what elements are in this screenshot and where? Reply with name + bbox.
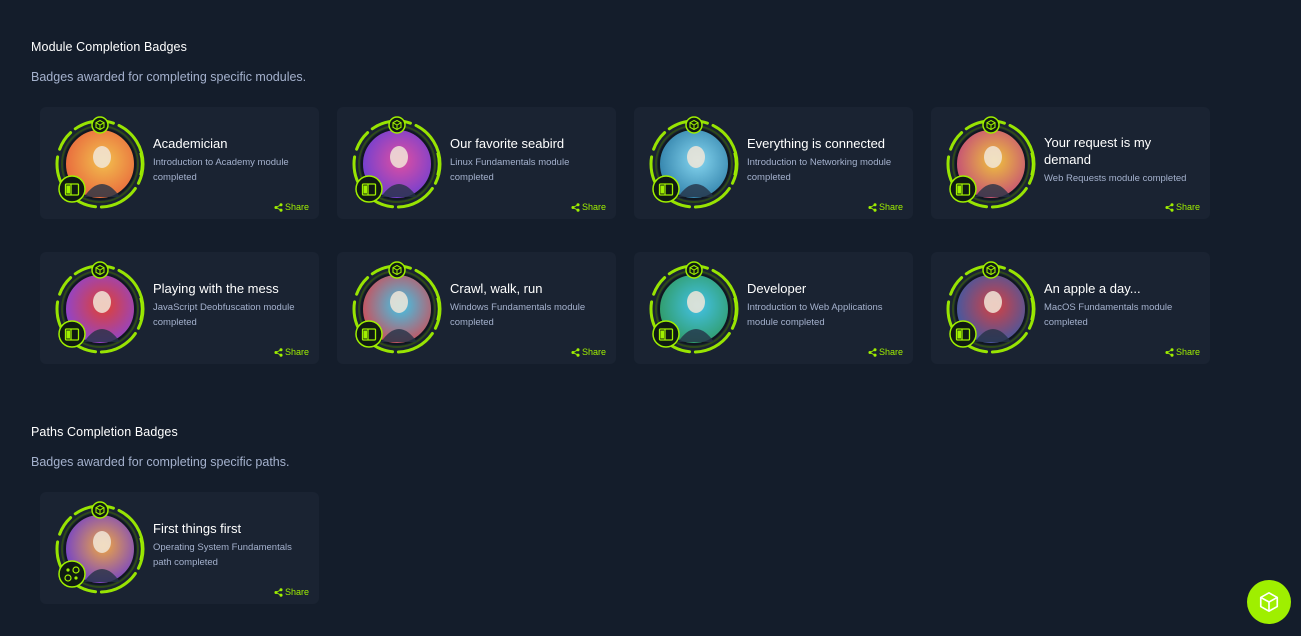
htb-cube-help-button[interactable]	[1247, 580, 1291, 624]
badge-title: An apple a day...	[1044, 281, 1141, 296]
module-badge-card: Everything is connected Introduction to N…	[634, 107, 913, 219]
share-button[interactable]: Share	[1165, 347, 1200, 357]
cube-icon	[1259, 592, 1279, 612]
module-badge-card: Your request is my demand Web Requests mo…	[931, 107, 1210, 219]
share-icon	[868, 347, 877, 357]
share-button[interactable]: Share	[868, 202, 903, 212]
share-icon	[1165, 347, 1174, 357]
share-icon	[274, 587, 283, 597]
path-badge-card: First things first Operating System Funda…	[40, 492, 319, 604]
penguin-icon	[351, 113, 447, 213]
badge-title: Your request is my demand	[1044, 135, 1152, 167]
share-icon	[1165, 202, 1174, 212]
badge-title: Everything is connected	[747, 136, 886, 151]
share-button[interactable]: Share	[274, 202, 309, 212]
share-button[interactable]: Share	[868, 347, 903, 357]
share-button[interactable]: Share	[274, 587, 309, 597]
module-badge-card: An apple a day... MacOS Fundamentals modu…	[931, 252, 1210, 364]
module-badge-card: Our favorite seabird Linux Fundamentals m…	[337, 107, 616, 219]
share-icon	[274, 202, 283, 212]
module-badge-card: Playing with the mess JavaScript Deobfusc…	[40, 252, 319, 364]
badge-description: Introduction to Web Applications module …	[747, 302, 883, 328]
badge-title: Academician	[153, 136, 228, 151]
apple-warrior-icon	[945, 258, 1041, 358]
badge-title: Developer	[747, 281, 807, 296]
paths-completion-section: Paths Completion Badges Badges awarded f…	[31, 425, 289, 469]
badge-title: Playing with the mess	[153, 281, 279, 296]
share-label: Share	[284, 587, 309, 597]
badge-description: MacOS Fundamentals module completed	[1044, 302, 1173, 328]
badge-description: Introduction to Academy module completed	[153, 157, 289, 183]
module-completion-section: Module Completion Badges Badges awarded …	[31, 40, 306, 84]
scholar-hooded-figure-icon	[54, 113, 150, 213]
module-badge-card: Developer Introduction to Web Application…	[634, 252, 913, 364]
genie-icon	[945, 113, 1041, 213]
badge-description: Introduction to Networking module comple…	[747, 157, 892, 183]
section-title: Paths Completion Badges	[31, 425, 178, 439]
share-label: Share	[581, 202, 606, 212]
share-label: Share	[878, 347, 903, 357]
badge-description: JavaScript Deobfuscation module complete…	[153, 302, 295, 328]
share-label: Share	[1175, 202, 1200, 212]
share-icon	[571, 347, 580, 357]
badge-title: Our favorite seabird	[450, 136, 565, 151]
share-label: Share	[878, 202, 903, 212]
cat-yarn-icon	[54, 258, 150, 358]
share-icon	[571, 202, 580, 212]
share-icon	[868, 202, 877, 212]
badge-description: Operating System Fundamentals path compl…	[153, 542, 292, 568]
share-button[interactable]: Share	[571, 202, 606, 212]
badge-title: Crawl, walk, run	[450, 281, 543, 296]
share-button[interactable]: Share	[1165, 202, 1200, 212]
network-hologram-icon	[648, 113, 744, 213]
badge-description: Web Requests module completed	[1044, 173, 1187, 184]
robot-icon	[351, 258, 447, 358]
developer-screens-icon	[648, 258, 744, 358]
share-label: Share	[284, 202, 309, 212]
share-label: Share	[284, 347, 309, 357]
section-subtitle: Badges awarded for completing specific m…	[31, 70, 307, 84]
module-badge-card: Academician Introduction to Academy modul…	[40, 107, 319, 219]
student-graduate-icon	[54, 498, 150, 598]
badge-title: First things first	[153, 521, 242, 536]
section-title: Module Completion Badges	[31, 40, 187, 54]
module-badge-card: Crawl, walk, run Windows Fundamentals mod…	[337, 252, 616, 364]
share-button[interactable]: Share	[571, 347, 606, 357]
badge-description: Linux Fundamentals module completed	[450, 157, 570, 183]
share-label: Share	[1175, 347, 1200, 357]
share-button[interactable]: Share	[274, 347, 309, 357]
badge-description: Windows Fundamentals module completed	[450, 302, 586, 328]
share-icon	[274, 347, 283, 357]
share-label: Share	[581, 347, 606, 357]
section-subtitle: Badges awarded for completing specific p…	[31, 455, 290, 469]
